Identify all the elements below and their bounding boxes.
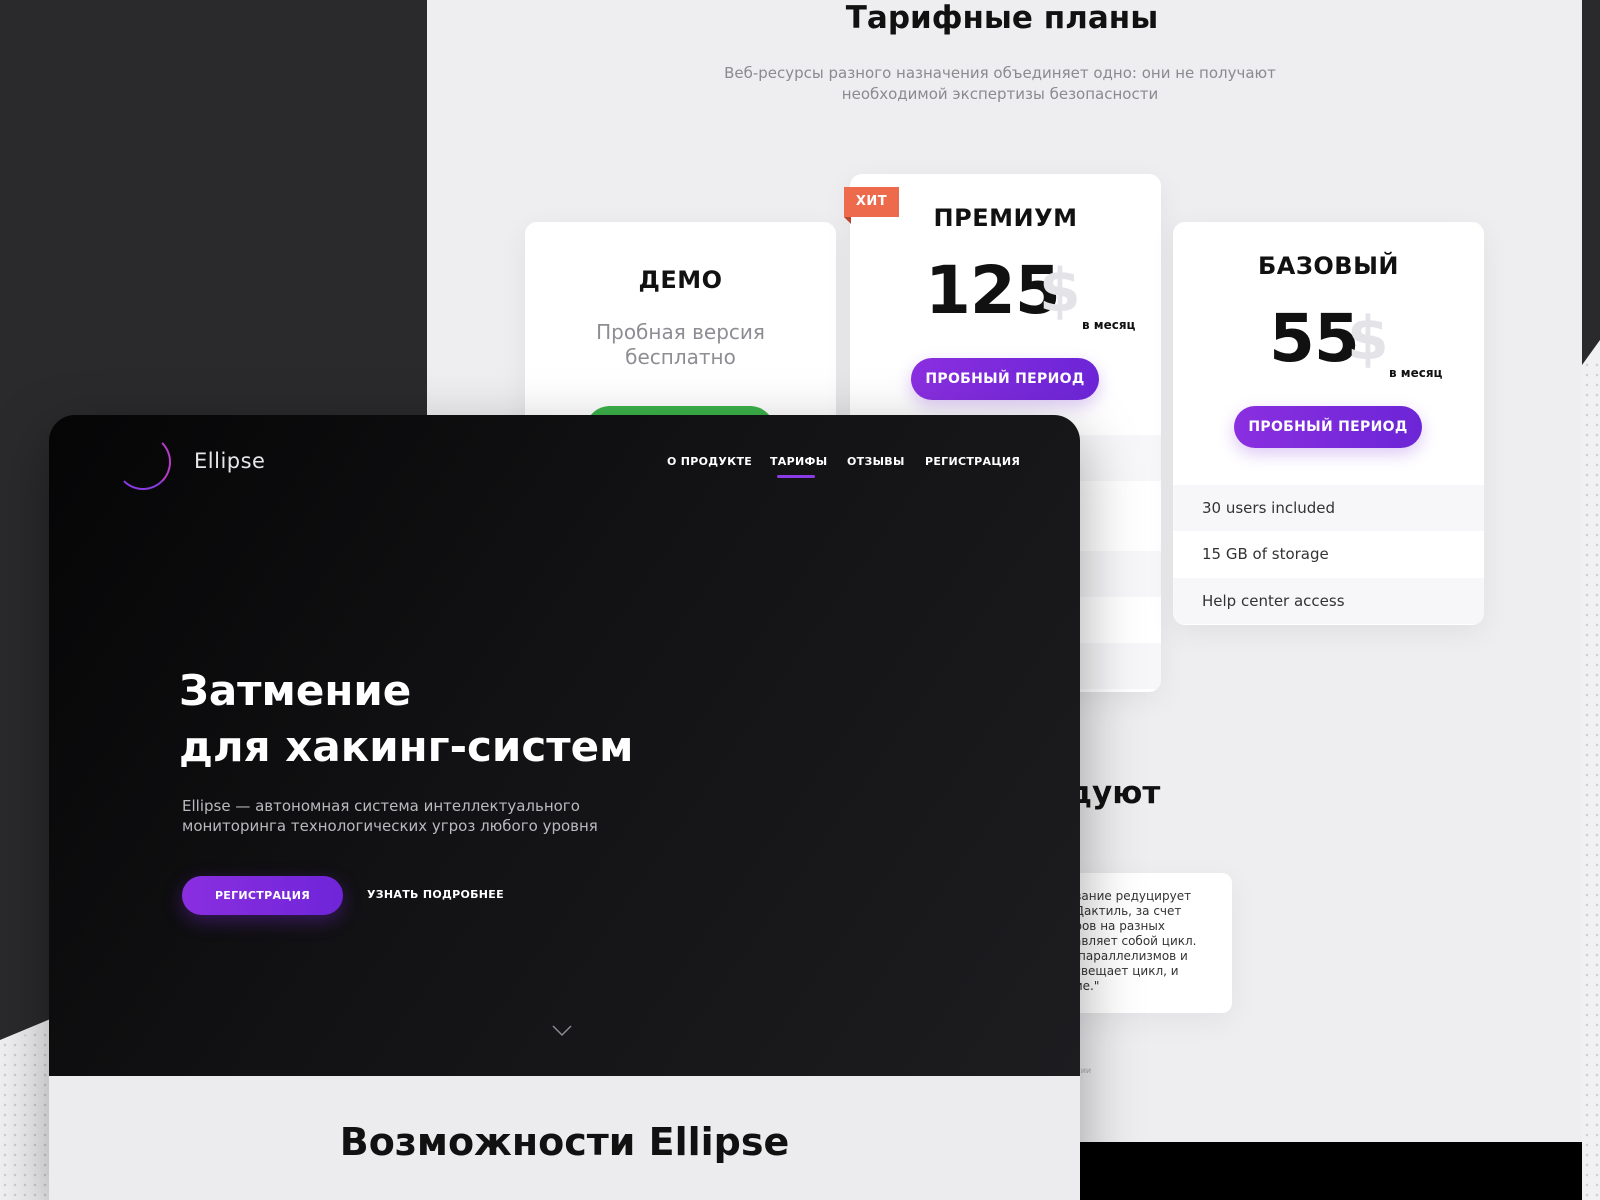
review-text: ование редуцирует . Дактиль, за счет оро… bbox=[1067, 889, 1212, 994]
hero-section: Ellipse О ПРОДУКТЕ ТАРИФЫ ОТЗЫВЫ РЕГИСТР… bbox=[49, 415, 1080, 1076]
review-card: ование редуцирует . Дактиль, за счет оро… bbox=[1067, 873, 1232, 1013]
hero-description-line: Ellipse — автономная система интеллектуа… bbox=[182, 797, 580, 815]
ellipse-logo-icon[interactable] bbox=[115, 434, 171, 490]
pricing-title: Тарифные планы bbox=[845, 0, 1159, 36]
hero-title-line: для хакинг-систем bbox=[179, 722, 634, 771]
price-period: в месяц bbox=[1389, 366, 1443, 380]
nav-item-product[interactable]: О ПРОДУКТЕ bbox=[667, 455, 752, 468]
register-button[interactable]: РЕГИСТРАЦИЯ bbox=[182, 876, 343, 915]
hero-title-line: Затмение bbox=[179, 666, 412, 715]
page-footer bbox=[1067, 1142, 1582, 1200]
hero-page-mockup: Ellipse О ПРОДУКТЕ ТАРИФЫ ОТЗЫВЫ РЕГИСТР… bbox=[49, 415, 1080, 1200]
plan-card-basic: БАЗОВЫЙ 55 $ в месяц ПРОБНЫЙ ПЕРИОД 30 u… bbox=[1173, 222, 1484, 625]
feature-row: Help center access bbox=[1173, 578, 1484, 624]
price-period: в месяц bbox=[1082, 318, 1136, 332]
plan-price: 125 $ в месяц bbox=[850, 252, 1161, 332]
pricing-subtitle: Веб-ресурсы разного назначения объединяе… bbox=[700, 63, 1300, 105]
pricing-subtitle-line: необходимой экспертизы безопасности bbox=[841, 85, 1159, 103]
plan-name: ДЕМО bbox=[638, 266, 723, 294]
feature-row: 30 users included bbox=[1173, 485, 1484, 531]
dot-pattern-right bbox=[1582, 360, 1600, 1200]
plan-demo-text: Пробная версия бесплатно bbox=[525, 320, 836, 370]
learn-more-link[interactable]: УЗНАТЬ ПОДРОБНЕЕ bbox=[367, 888, 504, 901]
hero-description: Ellipse — автономная система интеллектуа… bbox=[182, 796, 598, 836]
features-section: Возможности Ellipse bbox=[49, 1076, 1080, 1200]
hero-description-line: мониторинга технологических угроз любого… bbox=[182, 817, 598, 835]
review-text-line: тавляет собой цикл. bbox=[1067, 934, 1197, 948]
review-text-line: ние." bbox=[1067, 979, 1100, 993]
review-text-line: оров на разных bbox=[1067, 919, 1165, 933]
plan-demo-text-line: бесплатно bbox=[625, 345, 736, 369]
nav-item-reviews[interactable]: ОТЗЫВЫ bbox=[847, 455, 905, 468]
premium-trial-button[interactable]: ПРОБНЫЙ ПЕРИОД bbox=[911, 358, 1099, 400]
plan-price: 55 $ в месяц bbox=[1173, 300, 1484, 380]
hit-badge-fold bbox=[844, 217, 851, 224]
nav-item-pricing[interactable]: ТАРИФЫ bbox=[770, 455, 827, 468]
plan-name: БАЗОВЫЙ bbox=[1257, 252, 1400, 280]
basic-trial-button[interactable]: ПРОБНЫЙ ПЕРИОД bbox=[1234, 406, 1422, 448]
review-text-line: освещает цикл, и bbox=[1067, 964, 1179, 978]
logo-text[interactable]: Ellipse bbox=[194, 449, 265, 473]
review-text-line: . Дактиль, за счет bbox=[1067, 904, 1182, 918]
review-text-line: я параллелизмов и bbox=[1067, 949, 1188, 963]
plan-demo-text-line: Пробная версия bbox=[596, 320, 765, 344]
review-text-line: ование редуцирует bbox=[1067, 889, 1192, 903]
hit-badge: ХИТ bbox=[844, 187, 899, 217]
price-currency: $ bbox=[1347, 304, 1389, 374]
pricing-subtitle-line: Веб-ресурсы разного назначения объединяе… bbox=[724, 64, 1276, 82]
nav-item-registration[interactable]: РЕГИСТРАЦИЯ bbox=[925, 455, 1020, 468]
hero-title: Затмение для хакинг-систем bbox=[179, 663, 633, 775]
nav-active-indicator bbox=[777, 475, 815, 478]
price-amount: 55 bbox=[1269, 300, 1360, 377]
feature-row: 15 GB of storage bbox=[1202, 545, 1329, 563]
features-title: Возможности Ellipse bbox=[339, 1120, 790, 1164]
chevron-down-icon[interactable] bbox=[552, 1025, 572, 1037]
price-currency: $ bbox=[1039, 256, 1081, 326]
reviews-title: дуют bbox=[1067, 775, 1161, 811]
